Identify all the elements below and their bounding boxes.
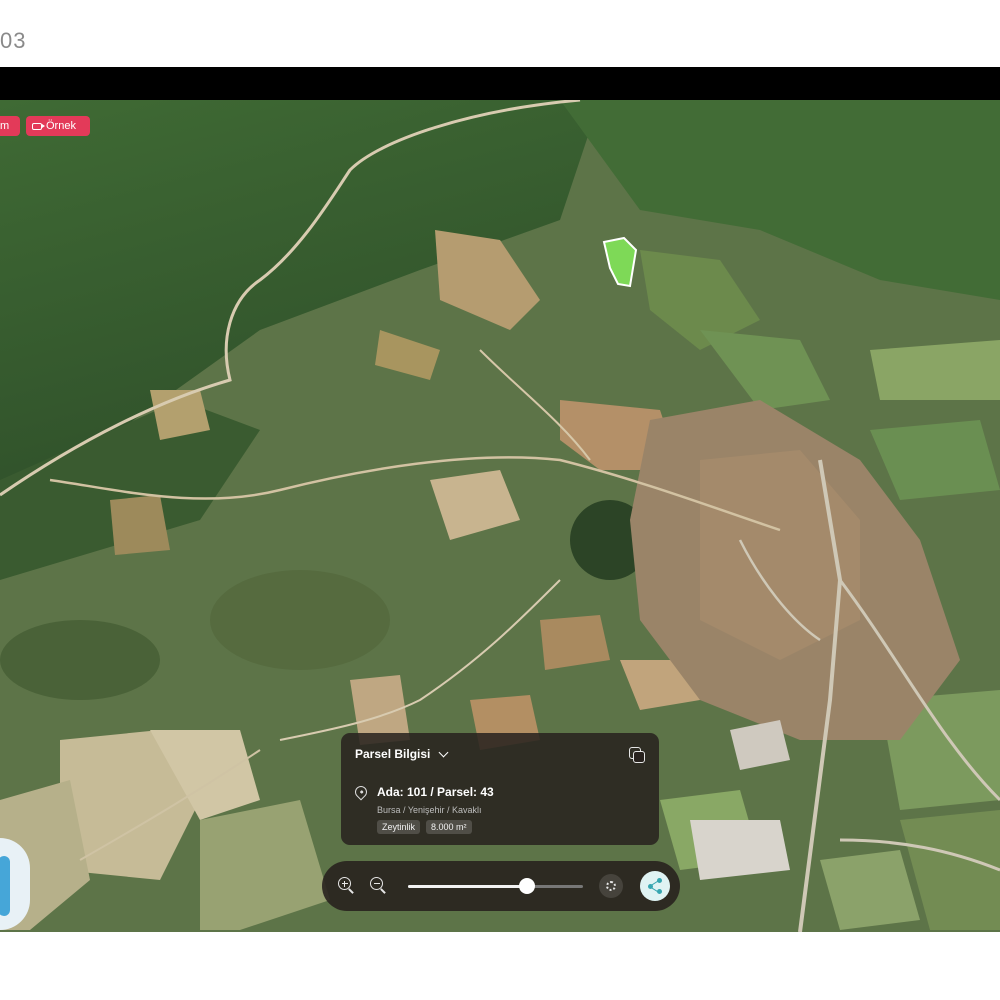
zoom-in-icon[interactable] — [338, 877, 356, 895]
share-button[interactable] — [640, 871, 670, 901]
area-chip: 8.000 m² — [426, 820, 472, 834]
zoom-slider[interactable] — [408, 878, 583, 894]
zoom-out-icon[interactable] — [370, 877, 388, 895]
parcel-address: Bursa / Yenişehir / Kavaklı — [377, 805, 482, 815]
parcel-info-panel: Parsel Bilgisi Ada: 101 / Parsel: 43 Bur… — [341, 733, 659, 845]
window-top-bar — [0, 67, 1000, 100]
parcel-info-dropdown[interactable]: Parsel Bilgisi — [355, 747, 449, 761]
zoom-slider-thumb[interactable] — [519, 878, 535, 894]
chevron-down-icon — [438, 747, 449, 757]
land-type-chip: Zeytinlik — [377, 820, 421, 834]
copy-icon[interactable] — [627, 745, 645, 763]
zoom-slider-fill — [408, 885, 527, 888]
example-badge-label: Örnek — [46, 120, 76, 132]
parcel-id: Ada: 101 / Parsel: 43 — [377, 785, 494, 799]
example-badge[interactable]: Örnek — [26, 116, 90, 136]
page-number-label: 03 — [0, 28, 27, 53]
location-pin-icon — [352, 783, 370, 801]
map-toolbar — [322, 861, 680, 911]
parcel-info-title: Parsel Bilgisi — [355, 747, 431, 761]
gear-icon — [606, 881, 616, 891]
map-tag-badge[interactable]: m — [0, 116, 20, 136]
map-tag-label: m — [0, 120, 10, 132]
camera-icon — [32, 122, 45, 130]
settings-button[interactable] — [599, 874, 623, 898]
